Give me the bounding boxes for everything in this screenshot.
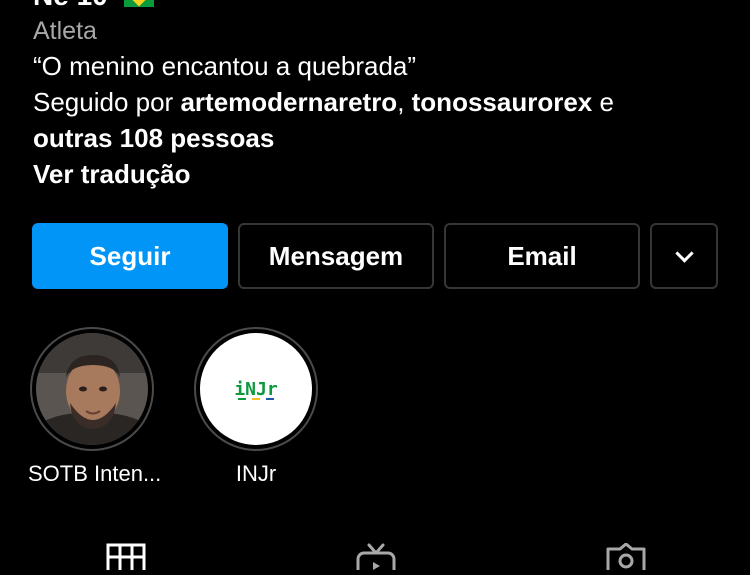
- followed-by-prefix: Seguido por: [33, 87, 181, 117]
- followed-by-line: Seguido por artemodernaretro, tonossauro…: [33, 84, 733, 120]
- see-translation-link[interactable]: Ver tradução: [33, 156, 733, 192]
- injr-logo-text: iNJr: [234, 379, 278, 400]
- highlight-label: SOTB Inten...: [28, 461, 162, 486]
- followed-and: e: [592, 87, 614, 117]
- profile-name: Ne 10: [33, 0, 154, 12]
- grid-icon: [106, 543, 146, 575]
- tagged-icon: [606, 542, 646, 575]
- message-button[interactable]: Mensagem: [238, 223, 434, 289]
- suggested-accounts-button[interactable]: [650, 223, 718, 289]
- story-highlight-sotb[interactable]: SOTB Inten...: [28, 327, 162, 487]
- injr-logo-icon: iNJr: [234, 379, 278, 400]
- portrait-photo-icon: [36, 333, 148, 445]
- follow-button[interactable]: Seguir: [32, 223, 228, 289]
- brazil-flag-icon: [123, 0, 154, 7]
- tab-reels[interactable]: [355, 543, 397, 575]
- reels-icon: [356, 543, 396, 575]
- tab-tagged[interactable]: [604, 542, 648, 575]
- highlight-ring: [30, 327, 154, 451]
- profile-bio: Atleta “O menino encantou a quebrada” Se…: [33, 14, 733, 192]
- chevron-down-icon: [674, 243, 694, 263]
- follower-separator: ,: [397, 87, 412, 117]
- profile-name-text: Ne 10: [33, 0, 108, 11]
- profile-actions: Seguir Mensagem Email: [32, 223, 718, 291]
- email-button[interactable]: Email: [444, 223, 640, 289]
- followed-by-others[interactable]: outras 108 pessoas: [33, 120, 733, 156]
- story-highlight-injr[interactable]: iNJr INJr: [192, 327, 320, 487]
- follower-link-1[interactable]: artemodernaretro: [180, 87, 397, 117]
- tab-grid[interactable]: [106, 543, 146, 575]
- profile-category: Atleta: [33, 17, 97, 45]
- highlight-label: INJr: [235, 461, 277, 486]
- highlight-ring: iNJr: [194, 327, 318, 451]
- highlight-cover-portrait: [36, 333, 148, 445]
- bio-quote: “O menino encantou a quebrada”: [33, 51, 417, 81]
- highlight-cover-logo: iNJr: [200, 333, 312, 445]
- follower-link-2[interactable]: tonossaurorex: [412, 87, 593, 117]
